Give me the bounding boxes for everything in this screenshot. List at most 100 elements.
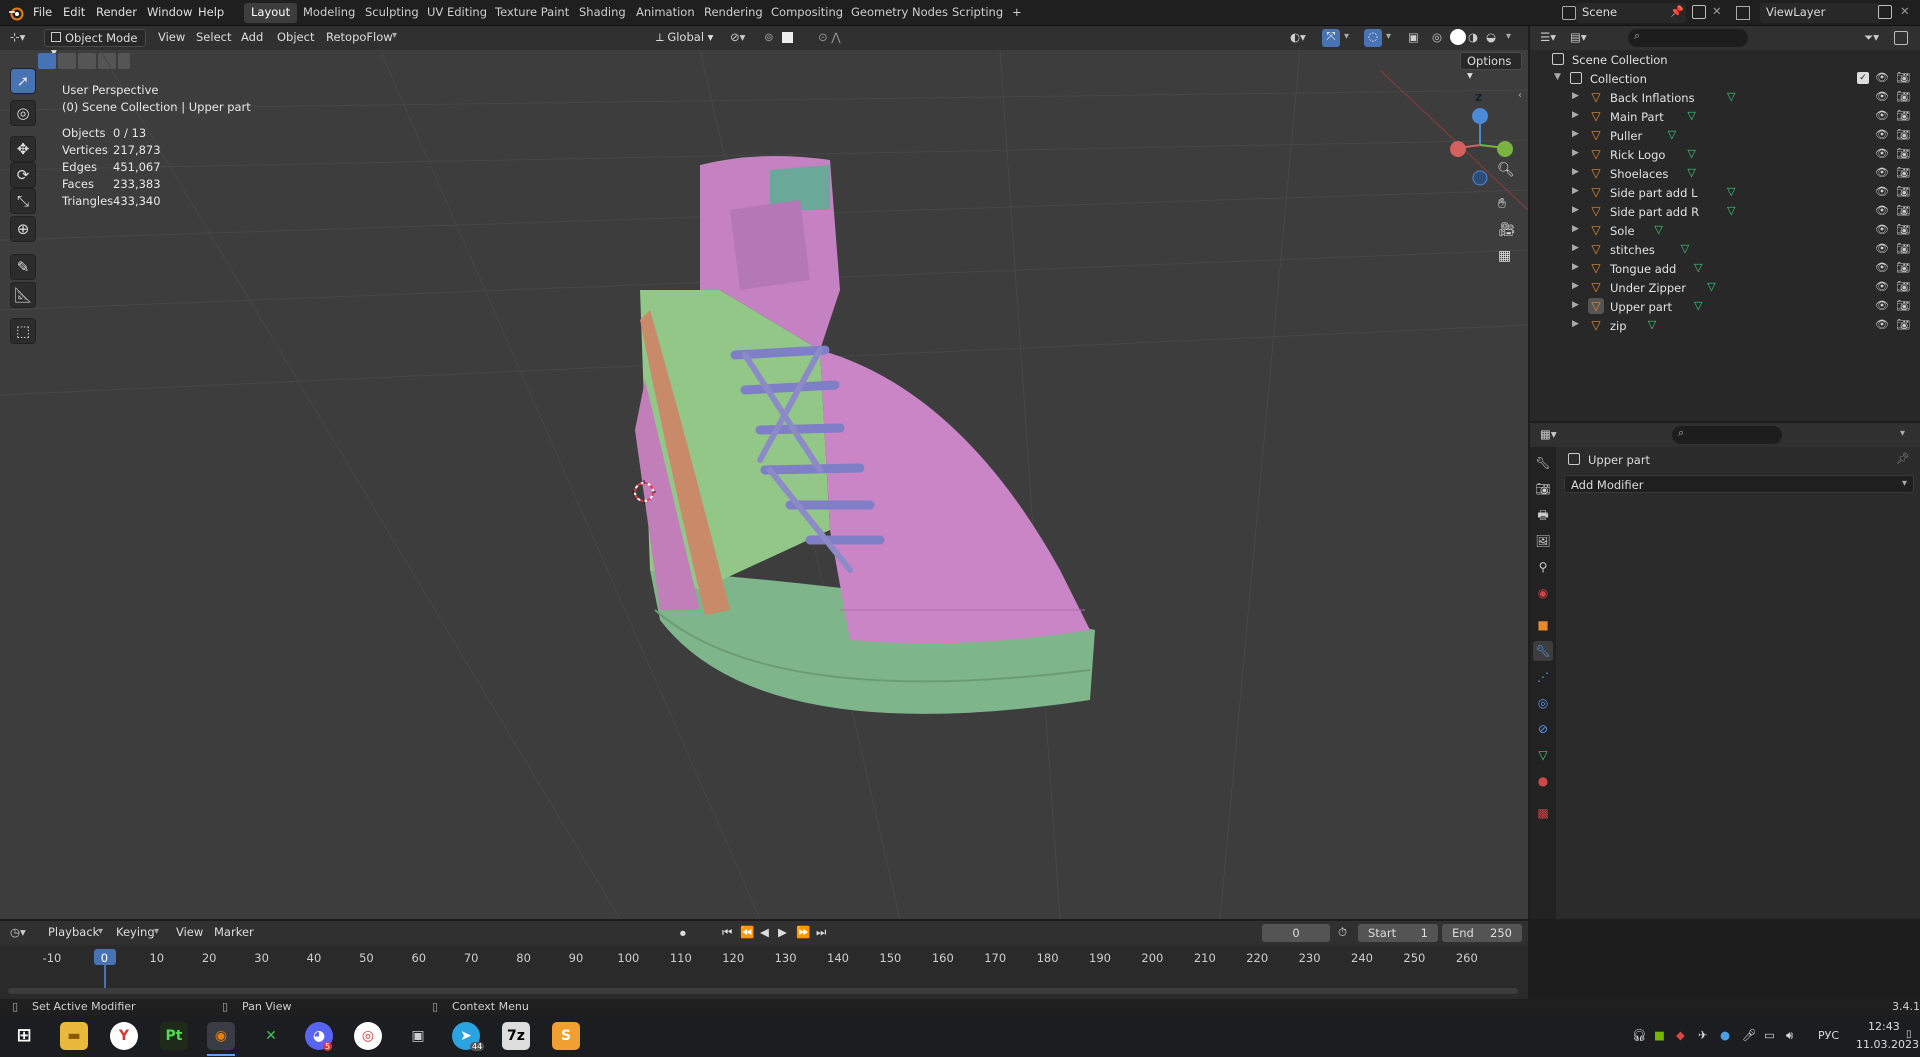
render-camera-icon[interactable]: 📷︎ [1896, 261, 1910, 274]
eye-icon[interactable]: 👁︎ [1875, 204, 1889, 217]
transform-orientation-dropdown[interactable]: ⟂ Global ▾ [650, 29, 722, 47]
object-tab-icon[interactable]: ■ [1533, 615, 1553, 635]
eye-icon[interactable]: 👁︎ [1875, 147, 1889, 160]
filter-icon[interactable]: ⏷▾ [1864, 30, 1879, 45]
snap-target-icon[interactable] [782, 32, 793, 43]
outliner-item[interactable]: ▶ ▽ Puller ▽ 👁︎ 📷︎ [1530, 126, 1920, 145]
notification-icon[interactable]: ▯ [1906, 1029, 1912, 1040]
end-frame-field[interactable]: End 250 [1442, 924, 1522, 942]
render-camera-icon[interactable]: 📷︎ [1896, 166, 1910, 179]
tab-uv-editing[interactable]: UV Editing [420, 3, 494, 23]
gizmo-toggle-icon[interactable]: ⤧ [1322, 29, 1340, 47]
outliner-search-input[interactable]: ⌕ [1628, 29, 1748, 47]
language-indicator[interactable]: РУС [1818, 1029, 1839, 1042]
outliner-panel[interactable]: ☰▾ ▤▾ ⌕ ⏷▾ Scene Collection ▼ Collection… [1530, 26, 1920, 421]
tab-modeling[interactable]: Modeling [296, 3, 362, 23]
transform-tool[interactable]: ⊕ [10, 216, 36, 242]
menu-retopoflow[interactable]: RetopoFlow [320, 29, 399, 47]
mesh-data-icon[interactable]: ▽ [1687, 109, 1695, 122]
tray-app-icon[interactable]: ✈︎ [1698, 1028, 1708, 1042]
tray-app-icon[interactable]: ● [1720, 1028, 1730, 1042]
wireframe-shading-icon[interactable]: ◎ [1432, 30, 1442, 44]
modifier-tab-icon[interactable]: 🔧︎ [1533, 641, 1553, 661]
eye-icon[interactable]: 👁︎ [1875, 223, 1889, 236]
measure-tool[interactable]: 📐︎ [10, 282, 36, 308]
chevron-down-icon[interactable]: ▼ [1554, 72, 1561, 82]
mesh-data-icon[interactable]: ▽ [1694, 261, 1702, 274]
tool-tab-icon[interactable]: 🔧︎ [1533, 453, 1553, 473]
data-tab-icon[interactable]: ▽ [1533, 745, 1553, 765]
visibility-icon[interactable]: ◐▾ [1290, 30, 1306, 44]
yandex-browser-icon[interactable]: Y [110, 1022, 138, 1050]
xray-icon[interactable]: ▣ [1408, 30, 1419, 44]
outliner-item[interactable]: ▶ ▽ Sole ▽ 👁︎ 📷︎ [1530, 221, 1920, 240]
menu-add[interactable]: Add [235, 29, 269, 47]
world-tab-icon[interactable]: ◉ [1533, 583, 1553, 603]
tab-compositing[interactable]: Compositing [764, 3, 850, 23]
tab-scripting[interactable]: Scripting [945, 3, 1010, 23]
eye-icon[interactable]: 👁︎ [1875, 318, 1889, 331]
chevron-right-icon[interactable]: ▶ [1572, 243, 1579, 253]
tab-rendering[interactable]: Rendering [697, 3, 770, 23]
file-explorer-icon[interactable]: ▬ [60, 1022, 88, 1050]
mesh-data-icon[interactable]: ▽ [1707, 280, 1715, 293]
windows-start-icon[interactable]: ⊞ [10, 1022, 38, 1050]
proportional-edit-icon[interactable]: ⊙ ⋀ [818, 30, 841, 44]
cursor-tool[interactable]: ◎ [10, 100, 36, 126]
eye-icon[interactable]: 👁︎ [1875, 242, 1889, 255]
perspective-grid-icon[interactable]: ▦ [1498, 248, 1511, 264]
chevron-right-icon[interactable]: ▶ [1572, 262, 1579, 272]
outliner-item[interactable]: ▶ ▽ Main Part ▽ 👁︎ 📷︎ [1530, 107, 1920, 126]
mesh-data-icon[interactable]: ▽ [1648, 318, 1656, 331]
new-scene-icon[interactable] [1692, 5, 1706, 19]
menu-view[interactable]: View [152, 29, 191, 47]
scale-tool[interactable]: ⤡ [10, 188, 36, 214]
chevron-down-icon[interactable]: ▾ [1506, 31, 1511, 42]
menu-help[interactable]: Help [198, 5, 224, 19]
editor-type-icon[interactable]: ☰▾ [1540, 30, 1556, 44]
render-camera-icon[interactable]: 📷︎ [1896, 185, 1910, 198]
chevron-right-icon[interactable]: ▶ [1572, 186, 1579, 196]
stopwatch-icon[interactable]: ⏱ [1338, 925, 1347, 940]
jump-end-icon[interactable]: ⏭ [816, 925, 826, 940]
render-camera-icon[interactable]: 📷︎ [1896, 204, 1910, 217]
outliner-scene-collection[interactable]: Scene Collection [1530, 50, 1920, 69]
overlay-toggle-icon[interactable]: ◌ [1364, 29, 1382, 47]
tab-texture-paint[interactable]: Texture Paint [488, 3, 576, 23]
render-camera-icon[interactable]: 📷︎ [1896, 128, 1910, 141]
clock-icon[interactable]: ◷▾ [10, 925, 26, 939]
blender-logo-icon[interactable] [8, 5, 24, 21]
outliner-item[interactable]: ▶ ▽ Under Zipper ▽ 👁︎ 📷︎ [1530, 278, 1920, 297]
mesh-data-icon[interactable]: ▽ [1694, 299, 1702, 312]
add-workspace-button[interactable]: + [1005, 3, 1029, 23]
checkbox-icon[interactable]: ✓ [1857, 72, 1869, 84]
eye-icon[interactable]: 👁︎ [1875, 90, 1889, 103]
eye-icon[interactable]: 👁︎ [1875, 71, 1889, 84]
chevron-right-icon[interactable]: ▶ [1572, 110, 1579, 120]
menu-render[interactable]: Render [96, 5, 137, 19]
tab-shading[interactable]: Shading [572, 3, 633, 23]
view-layer-selector[interactable]: ViewLayer [1760, 3, 1880, 23]
record-icon[interactable]: ⏺ [680, 926, 686, 941]
annotate-tool[interactable]: ✎ [10, 254, 36, 280]
display-mode-icon[interactable]: ▤▾ [1570, 30, 1587, 44]
chevron-down-icon[interactable]: ▾ [1344, 31, 1349, 42]
eye-icon[interactable]: 👁︎ [1875, 299, 1889, 312]
7zip-icon[interactable]: 7z [502, 1022, 530, 1050]
texture-tab-icon[interactable]: ▩ [1533, 803, 1553, 823]
snap-icon[interactable]: ⊚ [764, 30, 774, 44]
timeline-scrollbar[interactable] [8, 988, 1518, 994]
blender-icon[interactable]: ◉ [207, 1022, 235, 1050]
eye-icon[interactable]: 👁︎ [1875, 109, 1889, 122]
mesh-data-icon[interactable]: ▽ [1727, 90, 1735, 103]
view-layer-tab-icon[interactable]: 🖼︎ [1533, 531, 1553, 551]
new-view-layer-icon[interactable] [1878, 5, 1892, 19]
render-camera-icon[interactable]: 📷︎ [1896, 318, 1910, 331]
next-keyframe-icon[interactable]: ⏩ [796, 925, 810, 939]
headphones-icon[interactable]: 🎧︎ [1632, 1028, 1647, 1042]
properties-search-input[interactable]: ⌕ [1672, 426, 1782, 444]
boot-model[interactable] [635, 156, 1095, 714]
add-cube-tool[interactable]: ⬚ [10, 318, 36, 344]
chevron-right-icon[interactable]: ▶ [1572, 205, 1579, 215]
eye-icon[interactable]: 👁︎ [1875, 280, 1889, 293]
